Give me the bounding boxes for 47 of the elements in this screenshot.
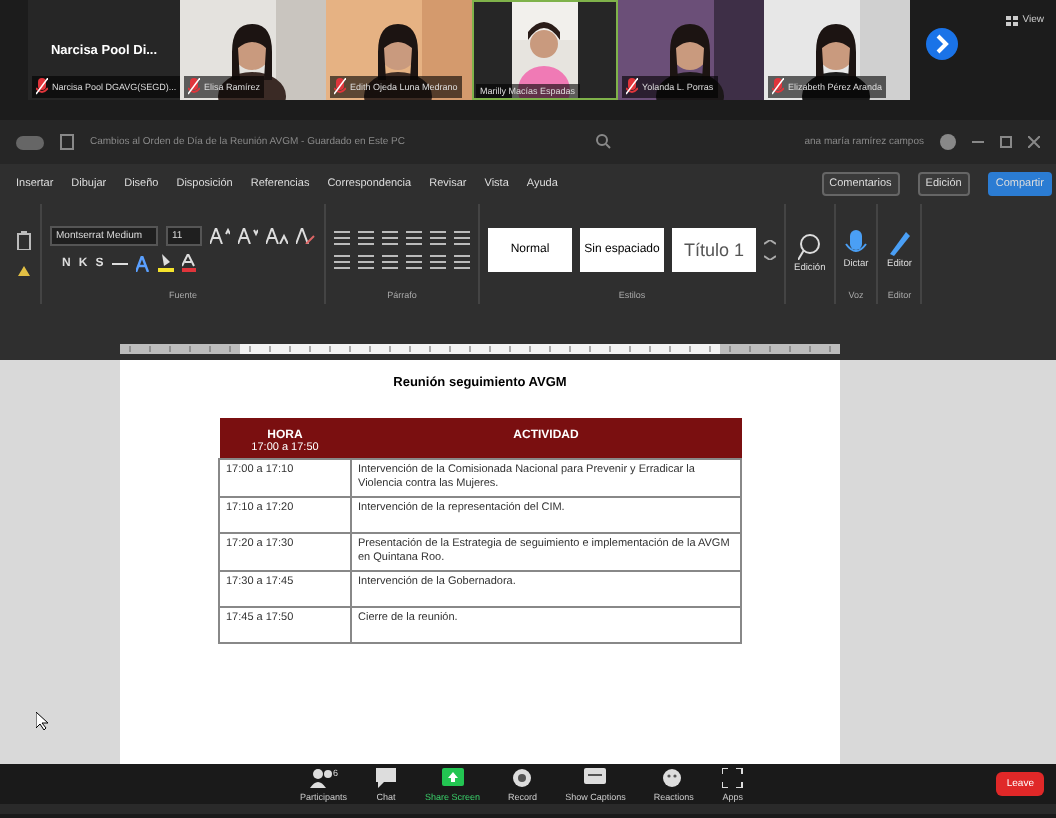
scroll-arrows-icon[interactable] [764,239,776,259]
apps-icon [721,767,744,787]
mouse-pointer-icon [36,712,50,732]
next-page-button[interactable] [926,28,958,60]
share-screen-icon [441,767,464,787]
style-option[interactable]: Título 1 [672,227,756,271]
muted-mic-icon [772,78,784,96]
people-icon [309,767,331,787]
autosave-toggle[interactable] [16,135,44,149]
grow-font-icon[interactable] [210,228,230,244]
align-icon[interactable] [358,253,374,269]
list-icon[interactable] [382,229,398,245]
list-icon[interactable] [406,229,422,245]
avatar-icon [940,134,956,150]
search-icon[interactable] [797,234,822,260]
search-icon[interactable] [596,134,613,150]
maximize-icon[interactable] [1000,136,1012,148]
text-effects-icon[interactable] [135,255,150,271]
speech-bubble-icon [375,767,398,787]
align-icon[interactable] [430,253,446,269]
highlight-icon[interactable] [157,254,174,272]
grid-icon [1006,15,1019,25]
microphone-icon [844,229,868,255]
minimize-icon[interactable] [972,136,984,148]
align-icon[interactable] [334,253,350,269]
clipboard-icon[interactable] [16,230,32,250]
captions-icon [584,767,607,787]
muted-mic-icon [334,78,346,96]
save-icon[interactable] [60,134,74,150]
clear-format-icon[interactable] [296,228,316,244]
shrink-font-icon[interactable] [238,228,258,244]
list-icon[interactable] [454,229,470,245]
change-case-icon[interactable] [266,228,288,244]
smiley-icon [662,767,685,787]
muted-mic-icon [188,78,200,96]
muted-mic-icon [626,78,638,96]
list-icon[interactable] [430,229,446,245]
list-icon[interactable] [334,229,350,245]
muted-mic-icon [36,78,48,96]
align-icon[interactable] [382,253,398,269]
align-icon[interactable] [454,253,470,269]
pen-icon [886,229,913,255]
list-icon[interactable] [358,229,374,245]
close-icon[interactable] [1028,136,1040,148]
record-icon [511,767,534,787]
align-icon[interactable] [406,253,422,269]
font-color-icon[interactable] [181,254,196,272]
